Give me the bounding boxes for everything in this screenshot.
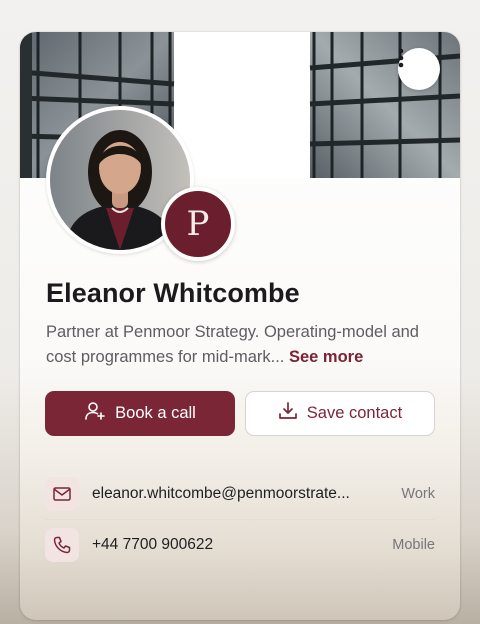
see-more-link[interactable]: See more [289,348,363,366]
user-plus-icon [84,401,106,426]
email-value: eleanor.whitcombe@penmoorstrate... [92,485,350,502]
contact-divider [45,519,435,520]
phone-row[interactable]: +44 7700 900622 Mobile [45,525,435,565]
phone-tag: Mobile [392,537,435,553]
phone-value: +44 7700 900622 [92,536,214,553]
book-call-label: Book a call [115,404,196,422]
profile-name: Eleanor Whitcombe [46,278,300,308]
mail-icon [45,477,79,511]
download-icon [278,401,298,426]
logo-letter: P [186,204,210,244]
profile-card: P Eleanor Whitcombe Partner at Penmoor S… [20,32,460,620]
book-call-button[interactable]: Book a call [45,391,235,436]
more-options-button[interactable] [398,48,440,90]
profile-bio: Partner at Penmoor Strategy. Operating-m… [46,320,446,370]
save-contact-button[interactable]: Save contact [245,391,435,436]
phone-icon [45,528,79,562]
company-logo: P [161,187,235,261]
email-tag: Work [401,486,435,502]
email-row[interactable]: eleanor.whitcombe@penmoorstrate... Work [45,474,435,514]
save-contact-label: Save contact [306,404,403,422]
